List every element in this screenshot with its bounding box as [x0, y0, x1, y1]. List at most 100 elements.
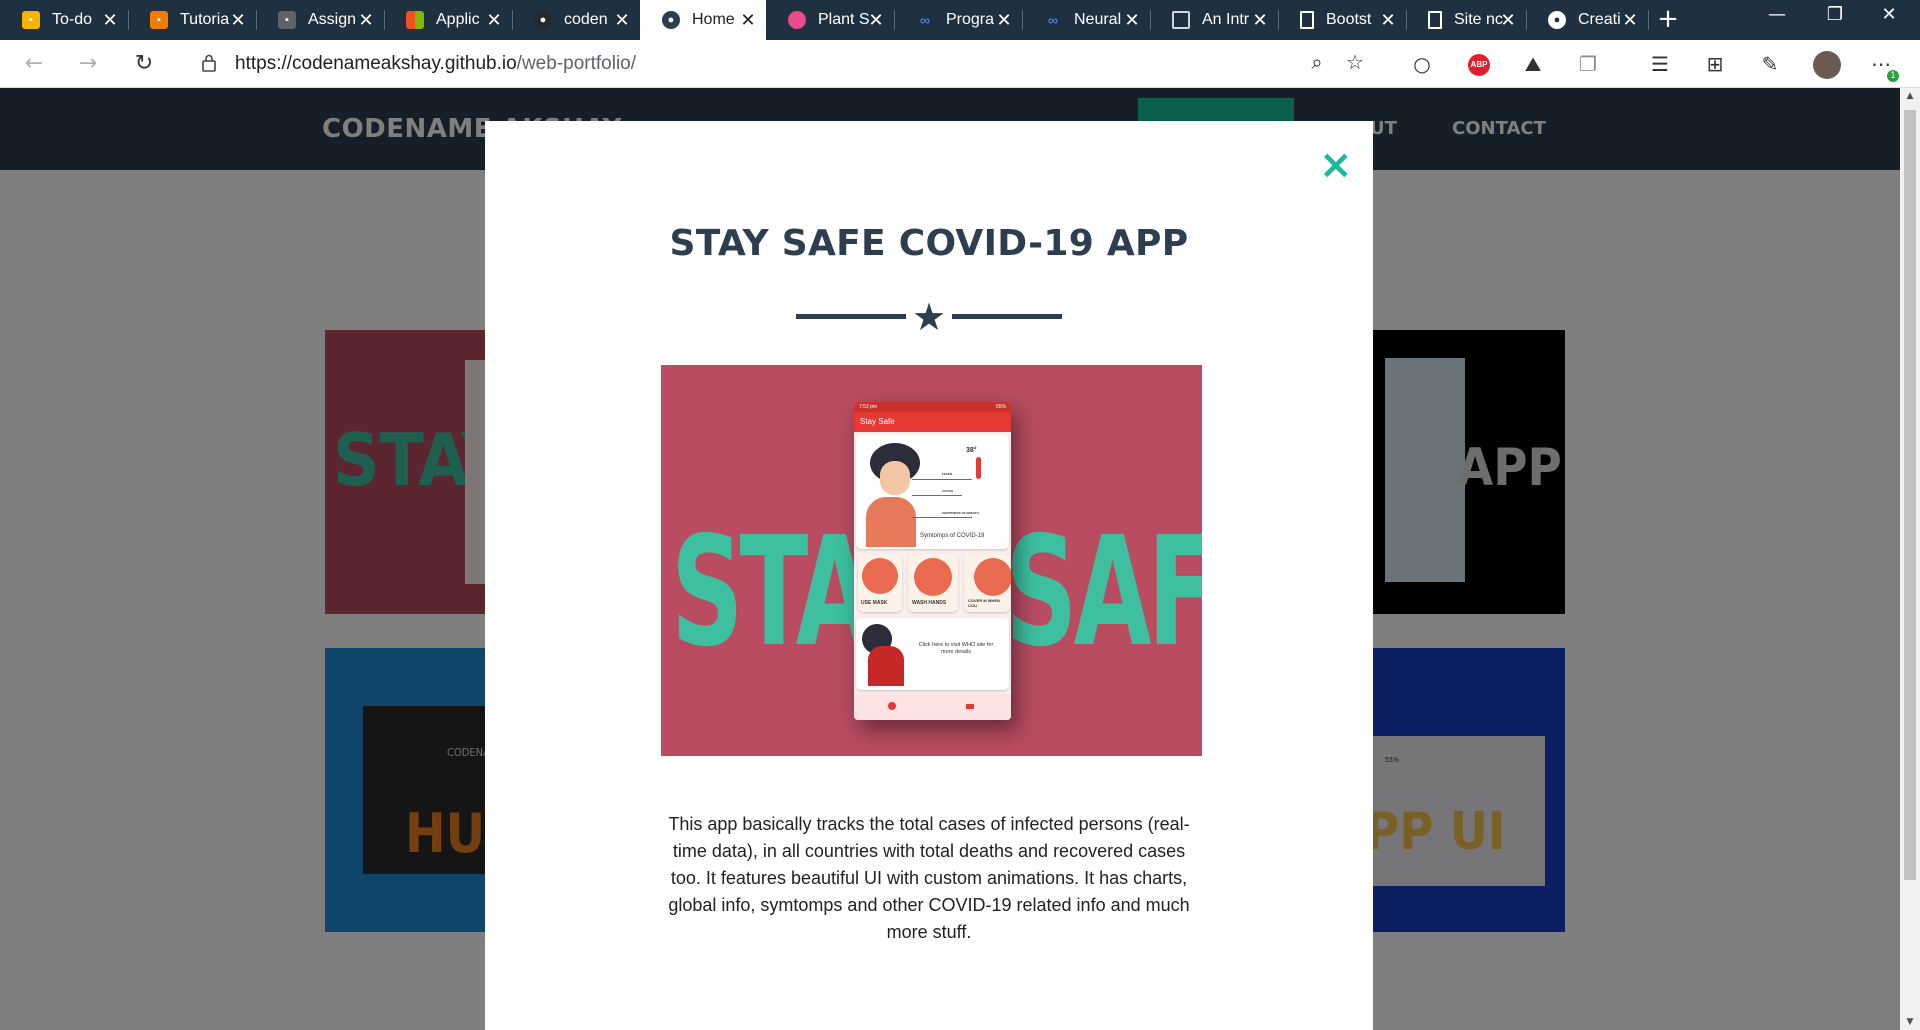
phone-battery: 65% — [995, 404, 1006, 410]
url-host: https://codenameakshay.github.io — [235, 53, 517, 74]
browser-tab[interactable]: ∞ Progra ✕ — [894, 0, 1022, 40]
colab-icon: ∞ — [920, 12, 930, 28]
tile-label: USE MASK — [861, 600, 888, 606]
adblock-icon[interactable]: ABP — [1468, 54, 1490, 76]
phone-app-bar: Stay Safe — [854, 412, 1011, 432]
extension-hat-icon[interactable]: ⛰ — [1519, 50, 1547, 78]
phone-bottom-nav — [854, 694, 1011, 720]
extension-circle-icon[interactable]: ○ — [1408, 50, 1436, 78]
notification-badge: 1 — [1887, 70, 1899, 82]
new-tab-button[interactable]: + — [1652, 4, 1684, 36]
browser-tab[interactable]: ▪ Assign ✕ — [256, 0, 384, 40]
wash-hands-icon — [914, 558, 952, 596]
pointer-line — [912, 495, 962, 496]
browser-tab-active[interactable]: ● Home ✕ — [640, 0, 766, 40]
pointer-line — [912, 479, 972, 480]
close-tab-icon[interactable]: ✕ — [1378, 10, 1398, 30]
extension-copy-icon[interactable]: ❐ — [1574, 50, 1602, 78]
minimize-button[interactable]: — — [1754, 0, 1800, 30]
close-window-button[interactable]: ✕ — [1866, 0, 1912, 30]
browser-tab[interactable]: ● Creati ✕ — [1526, 0, 1648, 40]
page-scrollbar[interactable]: ▲ ▼ — [1900, 88, 1920, 1030]
close-tab-icon[interactable]: ✕ — [1498, 10, 1518, 30]
scroll-up-icon[interactable]: ▲ — [1900, 88, 1920, 104]
person-shirt — [868, 646, 904, 686]
colab-icon: ∞ — [1048, 12, 1058, 28]
project-description: This app basically tracks the total case… — [668, 814, 1190, 942]
refresh-button[interactable]: ↻ — [128, 48, 160, 80]
pointer-line — [912, 517, 972, 518]
person-face — [880, 461, 910, 495]
browser-tab[interactable]: Plant S ✕ — [766, 0, 894, 40]
url-path: /web-portfolio/ — [516, 53, 637, 74]
lock-icon — [202, 54, 216, 72]
nav-info-icon — [966, 704, 974, 709]
address-bar[interactable]: https://codenameakshay.github.io/web-por… — [180, 45, 1390, 83]
feedback-icon[interactable]: ✎ — [1756, 50, 1784, 78]
scroll-thumb[interactable] — [1904, 110, 1916, 880]
classroom-icon: ▪ — [150, 11, 168, 29]
browser-tab[interactable]: ∞ Neural ✕ — [1022, 0, 1150, 40]
browser-tab[interactable]: ● coden ✕ — [512, 0, 640, 40]
close-tab-icon[interactable]: ✕ — [356, 10, 376, 30]
tab-separator — [1648, 10, 1649, 30]
temperature-label: 38° — [966, 447, 977, 454]
phone-mockup: 7:52 pm 65% Stay Safe 38° FEVER COUGH SHO… — [854, 402, 1011, 720]
portfolio-icon: ● — [662, 11, 680, 29]
microsoft-icon — [406, 11, 424, 29]
browser-tab-bar: ▪ To-do ✕ ▪ Tutoria ✕ ▪ Assign ✕ Applic … — [0, 0, 1920, 40]
portfolio-modal: × STAY SAFE COVID-19 APP ★ STAY SAFE 7:5… — [485, 121, 1373, 1030]
symptoms-card: 38° FEVER COUGH SHORTNESS OF BREATH Symt… — [856, 435, 1009, 549]
browser-tab[interactable]: Bootst ✕ — [1278, 0, 1406, 40]
person-shirt — [866, 497, 916, 547]
browser-tab[interactable]: Applic ✕ — [384, 0, 512, 40]
project-image: STAY SAFE 7:52 pm65% Stay Safe 38° FEVER… — [661, 365, 1202, 756]
close-tab-icon[interactable]: ✕ — [228, 10, 248, 30]
back-button[interactable]: ← — [18, 48, 50, 80]
close-tab-icon[interactable]: ✕ — [738, 10, 758, 30]
image-word-safe: SAFE — [1005, 505, 1202, 681]
close-tab-icon[interactable]: ✕ — [100, 10, 120, 30]
star-icon: ★ — [911, 295, 947, 339]
restore-button[interactable]: ❐ — [1812, 0, 1858, 30]
portfolio-page: CODENAME AKSHAY UT CONTACT STAY APP CODE… — [0, 88, 1900, 1030]
collections-icon[interactable]: ⊞ — [1701, 50, 1729, 78]
close-icon[interactable]: × — [1319, 145, 1353, 185]
tile-use-mask: USE MASK — [858, 554, 902, 612]
close-tab-icon[interactable]: ✕ — [484, 10, 504, 30]
github-icon: ● — [534, 11, 552, 29]
profile-avatar[interactable] — [1813, 51, 1841, 79]
close-tab-icon[interactable]: ✕ — [612, 10, 632, 30]
browser-tab[interactable]: An Intr ✕ — [1150, 0, 1278, 40]
divider-line-left — [796, 314, 906, 319]
url-text: https://codenameakshay.github.io/web-por… — [235, 53, 636, 75]
close-tab-icon[interactable]: ✕ — [994, 10, 1014, 30]
divider-line-right — [952, 314, 1062, 319]
star-icon[interactable]: ☆ — [1341, 48, 1369, 76]
page-icon — [1300, 11, 1314, 29]
terminal-icon — [1172, 11, 1190, 29]
who-text: Click here to visit WHO site for more de… — [918, 642, 994, 655]
nav-home-icon — [888, 702, 896, 710]
modal-title: STAY SAFE COVID-19 APP — [669, 223, 1189, 264]
thermometer-icon — [976, 457, 981, 479]
close-tab-icon[interactable]: ✕ — [1250, 10, 1270, 30]
cough-label: COUGH — [942, 489, 954, 493]
browser-tab[interactable]: ▪ Tutoria ✕ — [128, 0, 256, 40]
classroom-icon: ▪ — [278, 11, 296, 29]
close-tab-icon[interactable]: ✕ — [1122, 10, 1142, 30]
close-tab-icon[interactable]: ✕ — [866, 10, 886, 30]
breath-label: SHORTNESS OF BREATH — [942, 511, 979, 515]
browser-tab[interactable]: ▪ To-do ✕ — [0, 0, 128, 40]
forward-button[interactable]: → — [72, 48, 104, 80]
classroom-icon: ▪ — [22, 11, 40, 29]
browser-tab[interactable]: Site nc ✕ — [1406, 0, 1526, 40]
who-card: Click here to visit WHO site for more de… — [856, 618, 1009, 690]
close-tab-icon[interactable]: ✕ — [1620, 10, 1640, 30]
scroll-down-icon[interactable]: ▼ — [1900, 1014, 1920, 1030]
tile-label: COVER M WHEN COU — [968, 598, 1000, 608]
favorites-icon[interactable]: ☰ — [1646, 50, 1674, 78]
tile-cover-mouth: COVER M WHEN COU — [964, 554, 1011, 612]
zoom-icon[interactable]: ⌕ — [1303, 48, 1331, 76]
fever-label: FEVER — [942, 472, 953, 476]
